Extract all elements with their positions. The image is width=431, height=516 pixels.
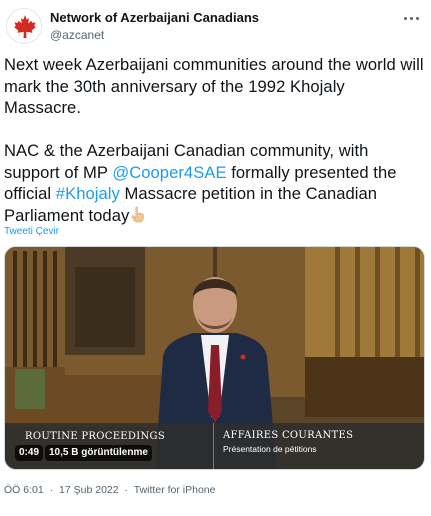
more-options-button[interactable] <box>401 10 421 26</box>
user-handle[interactable]: @azcanet <box>50 27 259 43</box>
tweet-meta: ÖÖ 6:01 · 17 Şub 2022 · Twitter for iPho… <box>4 484 218 496</box>
pointing-down-icon <box>131 206 145 222</box>
tweet-time[interactable]: ÖÖ 6:01 <box>4 484 44 496</box>
caption-left: ROUTINE PROCEEDINGS <box>25 431 165 442</box>
caption-right: AFFAIRES COURANTES <box>223 430 354 441</box>
meta-separator: · <box>49 484 54 496</box>
tweet-card: Network of Azerbaijani Canadians @azcane… <box>0 0 431 516</box>
tweet-text: Next week Azerbaijani communities around… <box>4 54 424 226</box>
translate-tweet-link[interactable]: Tweeti Çevir <box>4 226 59 237</box>
video-duration: 0:49 <box>15 445 44 461</box>
caption-right-sub: Présentation de pétitions <box>223 444 317 454</box>
avatar[interactable] <box>6 8 42 44</box>
view-count: 10,5 B görüntülenme <box>45 445 152 461</box>
tweet-paragraph-1: Next week Azerbaijani communities around… <box>4 55 429 117</box>
maple-leaf-icon <box>7 9 41 43</box>
meta-separator: · <box>124 484 129 496</box>
mention-link[interactable]: @Cooper4SAE <box>112 163 226 182</box>
more-options-icon <box>403 16 407 20</box>
video-player[interactable]: ROUTINE PROCEEDINGS AFFAIRES COURANTES P… <box>4 246 425 470</box>
display-name[interactable]: Network of Azerbaijani Canadians <box>50 10 259 26</box>
tweet-source[interactable]: Twitter for iPhone <box>134 484 216 496</box>
tweet-header: Network of Azerbaijani Canadians @azcane… <box>4 8 427 44</box>
hashtag-link[interactable]: #Khojaly <box>56 184 120 203</box>
tweet-date[interactable]: 17 Şub 2022 <box>59 484 119 496</box>
